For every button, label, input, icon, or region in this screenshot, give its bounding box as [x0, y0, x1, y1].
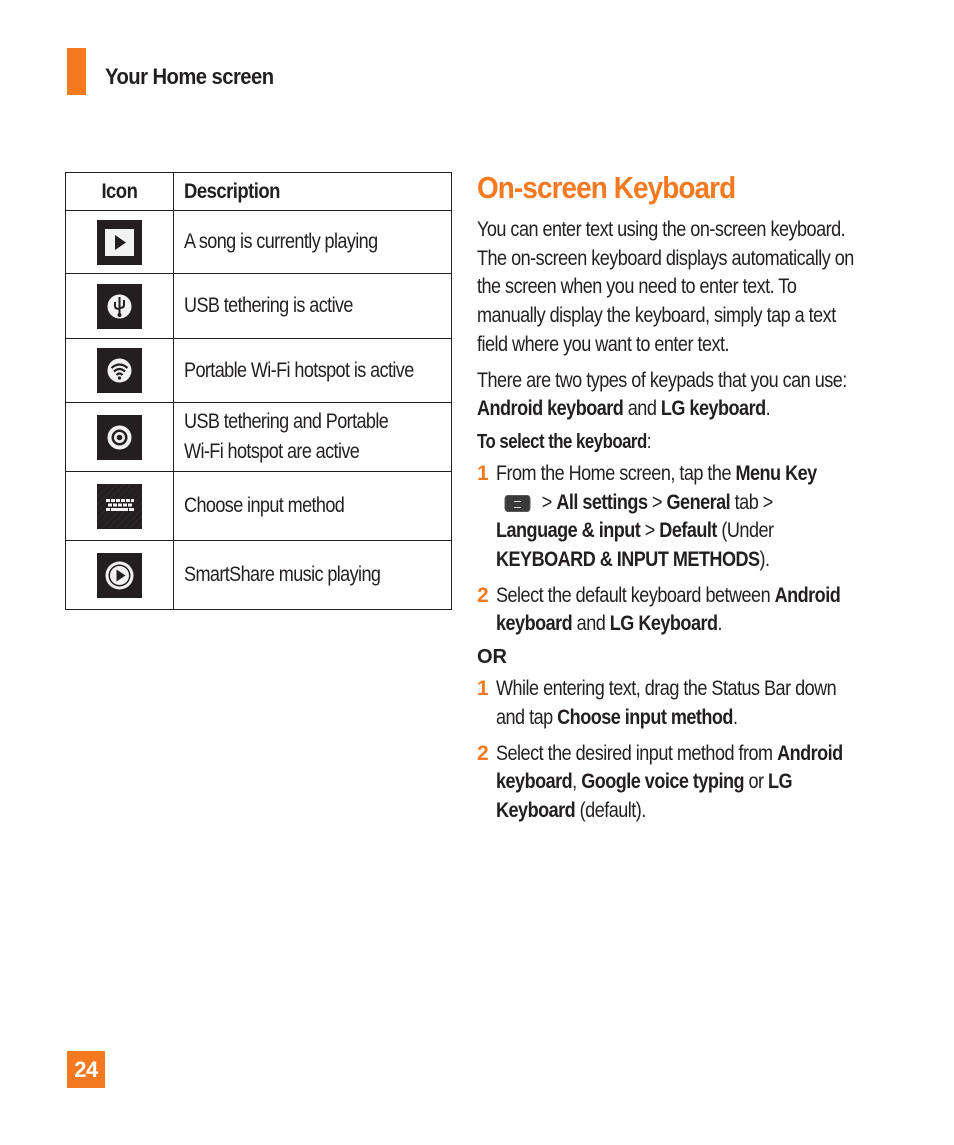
step-number: 1	[477, 677, 489, 701]
table-row: SmartShare music playing	[65, 540, 453, 610]
or-separator: OR	[477, 646, 507, 669]
choose-input-method-term: Choose input method	[557, 705, 733, 729]
music-playing-icon	[96, 219, 142, 265]
row-description-line: USB tethering and Portable	[183, 410, 389, 433]
step-text: Select the default keyboard between	[496, 583, 775, 607]
lg-keyboard-term: LG Keyboard	[609, 612, 718, 636]
step-text: .	[732, 705, 738, 729]
wifi-hotspot-icon	[96, 348, 142, 393]
icon-cell	[65, 210, 174, 274]
description-header-label: Description	[183, 179, 280, 203]
page-number: 24	[67, 1051, 105, 1088]
menu-key-term: Menu Key	[735, 461, 817, 485]
step-text: ).	[759, 548, 771, 572]
step-text: tab >	[730, 490, 774, 514]
default-term: Default	[659, 519, 717, 543]
description-cell: USB tethering is active	[172, 273, 453, 339]
row-description: USB tethering is active	[183, 294, 353, 317]
step-text: ,	[572, 770, 582, 794]
step-text: From the Home screen, tap the	[496, 461, 736, 485]
step-text: .	[717, 612, 723, 636]
table-row: A song is currently playing	[65, 210, 453, 274]
step-item: 1 While entering text, drag the Status B…	[477, 675, 857, 732]
icon-column-header: Icon	[65, 172, 174, 211]
select-keyboard-heading: To select the keyboard:	[477, 431, 857, 454]
select-heading-text: To select the keyboard	[477, 430, 647, 453]
usb-tethering-icon	[96, 283, 142, 329]
icon-cell	[65, 402, 174, 472]
general-term: General	[666, 490, 731, 514]
icon-header-label: Icon	[101, 179, 138, 203]
step-text: >	[537, 490, 557, 514]
step-number: 1	[477, 461, 489, 485]
table-row: Portable Wi-Fi hotspot is active	[65, 338, 453, 403]
step-number: 2	[477, 741, 489, 765]
smartshare-music-icon	[96, 552, 142, 598]
types-text: .	[765, 397, 771, 421]
step-item: 2 Select the desired input method from A…	[477, 740, 857, 826]
icon-cell	[65, 471, 174, 541]
step-text: >	[647, 490, 667, 514]
description-cell: A song is currently playing	[172, 210, 453, 274]
google-voice-typing-term: Google voice typing	[581, 770, 744, 794]
row-description: SmartShare music playing	[183, 563, 381, 586]
menu-key-icon	[504, 494, 531, 512]
android-keyboard-term: Android keyboard	[477, 397, 624, 421]
table-row: USB tethering and Portable Wi-Fi hotspot…	[65, 402, 453, 472]
usb-and-hotspot-icon	[96, 414, 142, 460]
step-item: 1 From the Home screen, tap the Menu Key…	[477, 460, 857, 575]
section-header-title: Your Home screen	[105, 64, 274, 89]
lg-keyboard-term: LG keyboard	[660, 397, 766, 421]
step-number: 2	[477, 583, 489, 607]
table-row: USB tethering is active	[65, 273, 453, 339]
step-text: and	[572, 612, 610, 636]
keypad-types-paragraph: There are two types of keypads that you …	[477, 367, 857, 424]
row-description: A song is currently playing	[183, 230, 378, 253]
icon-cell	[65, 338, 174, 403]
description-cell: SmartShare music playing	[172, 540, 453, 610]
step-text: >	[640, 519, 660, 543]
step-text: or	[743, 770, 769, 794]
description-cell: USB tethering and Portable Wi-Fi hotspot…	[172, 402, 453, 472]
section-title: On-screen Keyboard	[477, 170, 736, 205]
description-cell: Portable Wi-Fi hotspot is active	[172, 338, 453, 403]
icon-cell	[65, 540, 174, 610]
description-column-header: Description	[172, 172, 453, 211]
icon-cell	[65, 273, 174, 339]
step-text: (default).	[575, 798, 647, 822]
types-text: There are two types of keypads that you …	[477, 368, 847, 392]
select-heading-colon: :	[646, 430, 652, 453]
row-description-line: Wi-Fi hotspot are active	[183, 440, 360, 463]
keyboard-input-methods-term: KEYBOARD & INPUT METHODS	[496, 548, 760, 572]
step-item: 2 Select the default keyboard between An…	[477, 582, 857, 639]
keyboard-icon	[96, 483, 142, 529]
step-text: (Under	[716, 519, 774, 543]
intro-text: You can enter text using the on-screen k…	[477, 218, 854, 356]
row-description: Choose input method	[183, 494, 345, 517]
step-text: Select the desired input method from	[496, 741, 778, 765]
table-row: Choose input method	[65, 471, 453, 541]
keyboard-section: On-screen Keyboard You can enter text us…	[477, 170, 857, 833]
section-accent-bar	[67, 48, 86, 95]
intro-paragraph: You can enter text using the on-screen k…	[477, 216, 857, 360]
table-header-row: Icon Description	[65, 172, 453, 211]
all-settings-term: All settings	[556, 490, 648, 514]
status-icon-table: Icon Description A song is currently pla…	[65, 172, 453, 610]
description-cell: Choose input method	[172, 471, 453, 541]
language-input-term: Language & input	[496, 519, 641, 543]
types-text: and	[623, 397, 661, 421]
row-description: Portable Wi-Fi hotspot is active	[183, 358, 414, 382]
